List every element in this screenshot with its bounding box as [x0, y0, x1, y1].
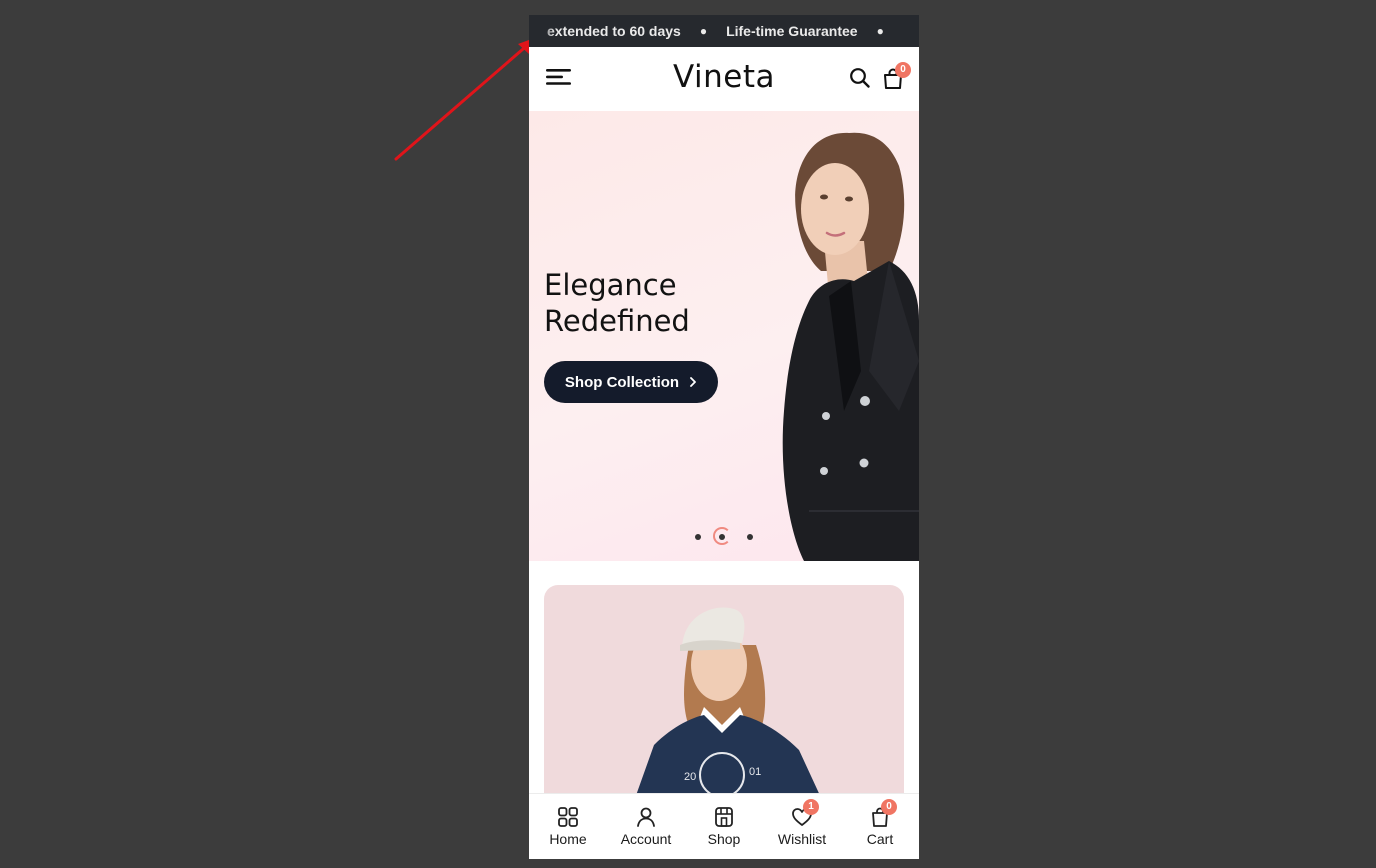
nav-item-account[interactable]: Account	[607, 794, 685, 859]
announcement-item: extended to 60 days	[547, 23, 681, 39]
svg-text:20: 20	[684, 771, 696, 783]
annotation-arrow	[394, 37, 537, 161]
hero-title-line: Redefined	[544, 304, 690, 338]
hero-slider: Elegance Redefined Shop Collection	[529, 111, 919, 561]
bullet-separator: ●	[699, 24, 708, 38]
hero-title-line: Elegance	[544, 268, 677, 302]
shop-collection-label: Shop Collection	[564, 373, 680, 391]
promo-card[interactable]: 20 01	[544, 585, 904, 815]
header-cart-button[interactable]: 0	[881, 62, 911, 91]
site-header: Vineta 0	[529, 47, 919, 111]
wishlist-count-badge: 1	[803, 799, 819, 815]
nav-label: Account	[620, 831, 672, 847]
announcement-bar: extended to 60 days ● Life-time Guarante…	[529, 15, 919, 47]
shop-collection-button[interactable]: Shop Collection	[544, 361, 718, 403]
promo-model-image: 20 01	[629, 607, 829, 815]
nav-item-wishlist[interactable]: 1 Wishlist	[763, 794, 841, 859]
bottom-navigation: Home Account Shop 1 Wishlist 0 Cart	[529, 793, 919, 859]
slider-dot[interactable]	[747, 534, 753, 540]
cart-count-badge: 0	[881, 799, 897, 815]
hero-title: Elegance Redefined	[544, 267, 690, 339]
marquee-fade-left	[529, 15, 555, 47]
nav-item-home[interactable]: Home	[529, 794, 607, 859]
bullet-separator: ●	[876, 24, 884, 38]
nav-label: Home	[549, 831, 587, 847]
nav-label: Wishlist	[777, 831, 827, 847]
nav-item-shop[interactable]: Shop	[685, 794, 763, 859]
mobile-page: extended to 60 days ● Life-time Guarante…	[529, 15, 919, 859]
store-icon	[715, 807, 733, 827]
svg-text:01: 01	[749, 766, 761, 778]
announcement-item: Life-time Guarantee	[726, 23, 858, 39]
slider-pagination	[689, 527, 759, 547]
hero-model-image	[782, 132, 919, 561]
marquee-fade-right	[893, 15, 919, 47]
slider-dot[interactable]	[695, 534, 701, 540]
announcement-marquee: extended to 60 days ● Life-time Guarante…	[547, 23, 903, 39]
slider-dot-active[interactable]	[719, 534, 725, 540]
user-icon	[637, 807, 655, 827]
nav-label: Cart	[866, 831, 894, 847]
cart-count-badge: 0	[895, 62, 911, 78]
search-icon	[850, 68, 870, 88]
grid-icon	[558, 807, 578, 827]
nav-item-cart[interactable]: 0 Cart	[841, 794, 919, 859]
chevron-right-icon	[690, 377, 696, 387]
search-button[interactable]	[849, 67, 871, 89]
nav-label: Shop	[707, 831, 741, 847]
